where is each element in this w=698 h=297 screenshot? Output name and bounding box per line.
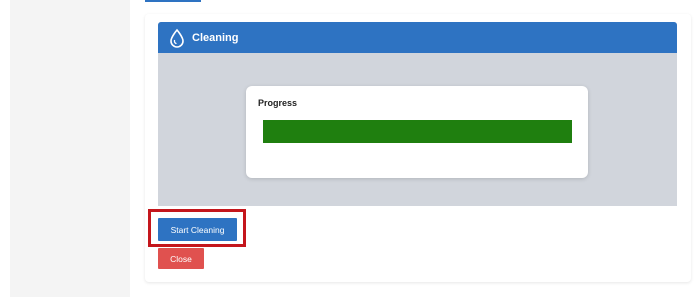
panel-header: Cleaning bbox=[158, 22, 677, 53]
left-gutter bbox=[10, 0, 130, 297]
progress-box: Progress bbox=[246, 86, 588, 178]
active-tab-indicator bbox=[145, 0, 201, 2]
start-cleaning-button[interactable]: Start Cleaning bbox=[158, 218, 237, 241]
close-button[interactable]: Close bbox=[158, 248, 204, 269]
panel-title: Cleaning bbox=[192, 31, 239, 44]
progress-bar bbox=[263, 120, 572, 143]
water-drop-icon bbox=[166, 27, 188, 49]
progress-bar-fill bbox=[263, 120, 572, 143]
cleaning-panel: Cleaning Progress bbox=[158, 22, 677, 206]
progress-label: Progress bbox=[258, 98, 298, 108]
